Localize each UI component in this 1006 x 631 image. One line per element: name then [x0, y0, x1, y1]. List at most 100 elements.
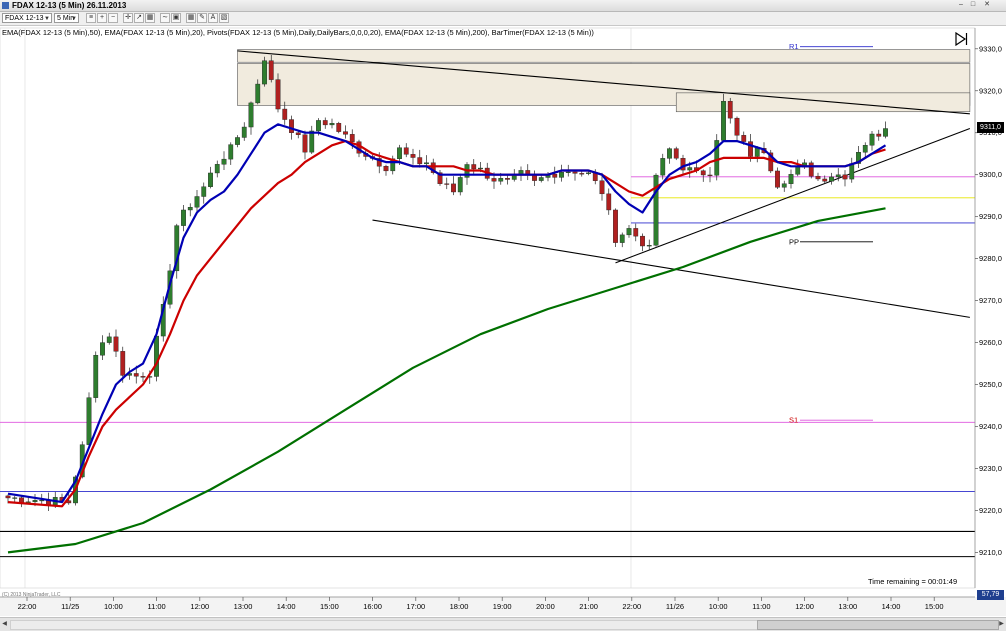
candle-body	[849, 163, 855, 180]
price-tick-label: 9210,0	[979, 548, 1002, 557]
interval-selector[interactable]: 5 Min ▼	[54, 13, 79, 23]
snapshot-icon[interactable]: ▧	[219, 13, 229, 23]
candle-body	[633, 228, 639, 237]
candle-body	[228, 144, 234, 160]
window-title: FDAX 12-13 (5 Min) 26.11.2013	[12, 1, 127, 10]
time-tick-label: 21:00	[579, 602, 598, 611]
play-icon[interactable]	[954, 32, 968, 46]
candle-body	[187, 207, 193, 211]
candle-body	[322, 120, 328, 126]
zoom-in-icon[interactable]: +	[97, 13, 107, 23]
candle-body	[201, 186, 207, 197]
candle-body	[572, 171, 578, 174]
scroll-thumb[interactable]	[757, 620, 999, 630]
price-tick-label: 9280,0	[979, 254, 1002, 263]
chevron-down-icon: ▼	[71, 16, 77, 22]
time-tick-label: 11:00	[147, 602, 165, 611]
time-axis[interactable]: 22:00 11/25 10:00 11:00 12:00 13:00 14:00 15:00…	[0, 596, 1006, 616]
candle-body	[586, 172, 591, 174]
candle-body	[309, 130, 315, 153]
price-tick-label: 9290,0	[979, 212, 1002, 221]
strategies-icon[interactable]: ▣	[171, 13, 181, 23]
chart-window-icon	[2, 2, 9, 9]
zoom-out-icon[interactable]: −	[108, 13, 118, 23]
time-tick-label: 16:00	[363, 602, 382, 611]
trend-line	[372, 219, 970, 318]
candle-body	[12, 497, 18, 499]
candle-body	[559, 172, 564, 178]
candle-body	[383, 166, 389, 172]
price-axis[interactable]: 9330,09320,09310,09300,09290,09280,09270…	[974, 28, 1002, 588]
candle-body	[93, 355, 99, 398]
candle-body	[626, 228, 632, 236]
candle-body	[727, 101, 733, 119]
price-chart[interactable]: R1PPS1 9330,09320,09310,09300,09290,0928…	[0, 26, 1006, 616]
candle-body	[451, 183, 456, 193]
horizontal-scrollbar[interactable]: ◀ ▶	[0, 617, 1006, 631]
candle-body	[815, 175, 821, 180]
candle-body	[775, 170, 780, 188]
candle-body	[721, 101, 726, 141]
price-tick-label: 9330,0	[979, 44, 1002, 53]
candle-body	[532, 175, 537, 181]
scroll-left-icon[interactable]: ◀	[0, 619, 9, 629]
candle-body	[673, 148, 679, 159]
ema-line	[7, 207, 886, 554]
candle-body	[842, 174, 848, 180]
time-tick-label: 19:00	[493, 602, 512, 611]
candle-body	[289, 119, 294, 133]
indicators-icon[interactable]: ∼	[160, 13, 170, 23]
candle-body	[417, 157, 423, 165]
candle-body	[140, 376, 146, 378]
candle-body	[262, 60, 267, 85]
candle-body	[876, 133, 882, 137]
minimize-icon[interactable]: –	[956, 1, 966, 9]
candle-body	[822, 178, 828, 182]
crosshair-icon[interactable]: ✛	[123, 13, 133, 23]
candle-body	[457, 177, 463, 193]
candle-body	[154, 335, 159, 377]
candle-body	[667, 148, 672, 159]
price-tick-label: 9320,0	[979, 86, 1002, 95]
draw-tools-icon[interactable]: ✎	[197, 13, 207, 23]
candle-body	[248, 102, 254, 128]
price-tick-label: 9260,0	[979, 338, 1002, 347]
candle-body	[349, 134, 355, 142]
candle-body	[565, 171, 571, 173]
candle-body	[100, 342, 105, 356]
candle-body	[295, 132, 301, 135]
bar-style-icon[interactable]: ≡	[86, 13, 96, 23]
price-tick-label: 9230,0	[979, 464, 1002, 473]
pointer-icon[interactable]: ↗	[134, 13, 144, 23]
time-tick-label: 10:00	[104, 602, 123, 611]
chart-trader-icon[interactable]: ▦	[186, 13, 196, 23]
text-tool-icon[interactable]: A	[208, 13, 218, 23]
candle-body	[32, 500, 38, 503]
candle-body	[660, 158, 666, 176]
candle-body	[579, 173, 585, 175]
maximize-icon[interactable]: □	[968, 1, 978, 9]
properties-icon[interactable]: ▦	[145, 13, 155, 23]
last-price-marker: 9311,0	[977, 122, 1004, 133]
bar-timer: Time remaining = 00:01:49	[868, 577, 958, 586]
candle-body	[687, 167, 693, 171]
candle-body	[329, 123, 335, 126]
time-tick-label: 13:00	[838, 602, 857, 611]
chart-toolbar: FDAX 12-13 ▼ 5 Min ▼ ≡ + − ✛ ↗ ▦ ∼ ▣ ▦ ✎ A…	[0, 12, 1006, 26]
candle-body	[235, 137, 240, 145]
candle-body	[397, 147, 402, 159]
pivot-label: R1	[789, 42, 799, 51]
candle-body	[498, 178, 504, 182]
candle-body	[741, 135, 747, 142]
candle-body	[181, 209, 186, 226]
scroll-right-icon[interactable]: ▶	[997, 619, 1006, 629]
candle-body	[700, 170, 706, 176]
candle-body	[883, 128, 888, 137]
close-icon[interactable]: ✕	[982, 1, 992, 9]
time-tick-label: 15:00	[925, 602, 944, 611]
candle-body	[86, 397, 92, 445]
instrument-selector[interactable]: FDAX 12-13 ▼	[2, 13, 52, 23]
time-tick-label: 20:00	[536, 602, 555, 611]
candle-body	[640, 235, 645, 247]
copyright-text: (C) 2013 NinjaTrader, LLC	[2, 592, 61, 598]
